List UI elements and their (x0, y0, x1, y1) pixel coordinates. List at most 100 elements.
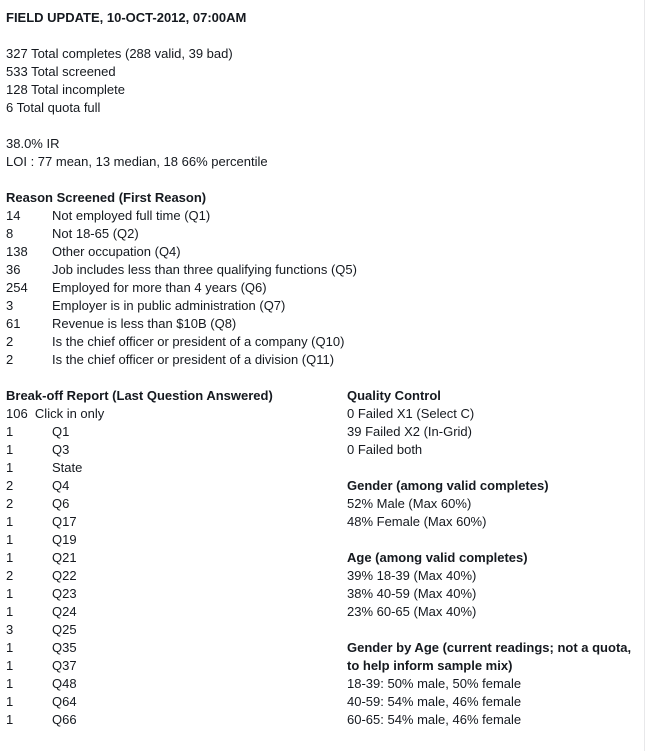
breakoff-count: 1 (6, 424, 14, 439)
gender-by-age-section: Gender by Age (current readings; not a q… (347, 639, 644, 729)
summary-line: 6 Total quota full (6, 100, 101, 115)
reason-count: 3 (6, 298, 14, 313)
age-row: 23% 60-65 (Max 40%) (347, 604, 477, 619)
reason-screened-section: Reason Screened (First Reason) 14 Not em… (6, 189, 644, 369)
reason-screened-row: 14 Not employed full time (Q1) (6, 207, 644, 225)
reason-screened-row: 3 Employer is in public administration (… (6, 297, 644, 315)
reason-label: Employed for more than 4 years (Q6) (52, 280, 267, 295)
quality-column: Quality Control 0 Failed X1 (Select C) 3… (347, 387, 644, 729)
breakoff-label: Q21 (52, 550, 77, 565)
gender-row: 48% Female (Max 60%) (347, 514, 487, 529)
breakoff-row: 1 Q21 (6, 549, 347, 567)
breakoff-count: 1 (6, 550, 14, 565)
reason-label: Is the chief officer or president of a d… (52, 352, 335, 367)
age-heading: Age (among valid completes) (347, 550, 528, 565)
breakoff-row: 1 Q37 (6, 657, 347, 675)
reason-count: 138 (6, 244, 28, 259)
metrics-block: 38.0% IR LOI : 77 mean, 13 median, 18 66… (6, 135, 644, 171)
age-row: 39% 18-39 (Max 40%) (347, 568, 477, 583)
reason-label: Not 18-65 (Q2) (52, 226, 139, 241)
reason-screened-row: 138 Other occupation (Q4) (6, 243, 644, 261)
summary-line: 327 Total completes (288 valid, 39 bad) (6, 46, 233, 61)
breakoff-row: 2 Q4 (6, 477, 347, 495)
gender-row: 52% Male (Max 60%) (347, 496, 472, 511)
breakoff-count: 2 (6, 496, 14, 511)
gender-by-age-row: 18-39: 50% male, 50% female (347, 676, 522, 691)
breakoff-row: 3 Q25 (6, 621, 347, 639)
gender-by-age-row: 40-59: 54% male, 46% female (347, 694, 522, 709)
reason-count: 2 (6, 352, 14, 367)
reason-count: 254 (6, 280, 28, 295)
breakoff-count: 1 (6, 712, 14, 727)
reason-label: Other occupation (Q4) (52, 244, 181, 259)
breakoff-row: 2 Q6 (6, 495, 347, 513)
gender-by-age-row: 60-65: 54% male, 46% female (347, 712, 522, 727)
breakoff-label: Q22 (52, 568, 77, 583)
reason-screened-row: 8 Not 18-65 (Q2) (6, 225, 644, 243)
breakoff-label: Q24 (52, 604, 77, 619)
age-section: Age (among valid completes) 39% 18-39 (M… (347, 549, 644, 621)
reason-count: 2 (6, 334, 14, 349)
reason-screened-row: 61 Revenue is less than $10B (Q8) (6, 315, 644, 333)
breakoff-label: Q23 (52, 586, 77, 601)
breakoff-label: Q35 (52, 640, 77, 655)
breakoff-count: 2 (6, 568, 14, 583)
breakoff-row: 1 Q66 (6, 711, 347, 729)
summary-line: 128 Total incomplete (6, 82, 126, 97)
reason-label: Job includes less than three qualifying … (52, 262, 357, 277)
breakoff-label: Q19 (52, 532, 77, 547)
breakoff-label: Q4 (52, 478, 70, 493)
breakoff-count: 1 (6, 604, 14, 619)
reason-count: 61 (6, 316, 21, 331)
breakoff-label: Q64 (52, 694, 77, 709)
reason-count: 36 (6, 262, 21, 277)
reason-label: Employer is in public administration (Q7… (52, 298, 286, 313)
breakoff-label: Q66 (52, 712, 77, 727)
breakoff-row: 1 Q23 (6, 585, 347, 603)
reason-screened-heading: Reason Screened (First Reason) (6, 190, 207, 205)
reason-screened-row: 2 Is the chief officer or president of a… (6, 333, 644, 351)
breakoff-row: 1 Q1 (6, 423, 347, 441)
summary-block: 327 Total completes (288 valid, 39 bad) … (6, 45, 644, 117)
reason-screened-row: 2 Is the chief officer or president of a… (6, 351, 644, 369)
breakoff-count: 1 (6, 532, 14, 547)
breakoff-label: Q48 (52, 676, 77, 691)
breakoff-section: Break-off Report (Last Question Answered… (6, 387, 347, 729)
breakoff-count: 1 (6, 586, 14, 601)
breakoff-row: 1 Q64 (6, 693, 347, 711)
breakoff-count: 3 (6, 622, 14, 637)
quality-control-row: 0 Failed both (347, 442, 423, 457)
breakoff-count: 1 (6, 514, 14, 529)
breakoff-count: 1 (6, 460, 14, 475)
quality-control-section: Quality Control 0 Failed X1 (Select C) 3… (347, 387, 644, 459)
breakoff-label: Q17 (52, 514, 77, 529)
gender-by-age-heading: Gender by Age (current readings; not a q… (347, 640, 632, 673)
breakoff-row: 1 State (6, 459, 347, 477)
report-page: FIELD UPDATE, 10-OCT-2012, 07:00AM 327 T… (0, 0, 645, 751)
breakoff-count: 1 (6, 442, 14, 457)
breakoff-label: Q6 (52, 496, 70, 511)
reason-screened-row: 254 Employed for more than 4 years (Q6) (6, 279, 644, 297)
gender-heading: Gender (among valid completes) (347, 478, 549, 493)
quality-control-row: 39 Failed X2 (In-Grid) (347, 424, 472, 439)
breakoff-label: Q3 (52, 442, 70, 457)
breakoff-click-in-only: 106 Click in only (6, 406, 105, 421)
page-title: FIELD UPDATE, 10-OCT-2012, 07:00AM (6, 10, 247, 25)
breakoff-count: 2 (6, 478, 14, 493)
breakoff-count: 1 (6, 658, 14, 673)
reason-count: 8 (6, 226, 14, 241)
summary-line: 533 Total screened (6, 64, 116, 79)
reason-screened-row: 36 Job includes less than three qualifyi… (6, 261, 644, 279)
breakoff-row: 1 Q48 (6, 675, 347, 693)
breakoff-row: 1 Q3 (6, 441, 347, 459)
breakoff-label: Q1 (52, 424, 70, 439)
age-row: 38% 40-59 (Max 40%) (347, 586, 477, 601)
breakoff-row: 1 Q35 (6, 639, 347, 657)
ir-metric: 38.0% IR (6, 136, 60, 151)
quality-control-heading: Quality Control (347, 388, 441, 403)
